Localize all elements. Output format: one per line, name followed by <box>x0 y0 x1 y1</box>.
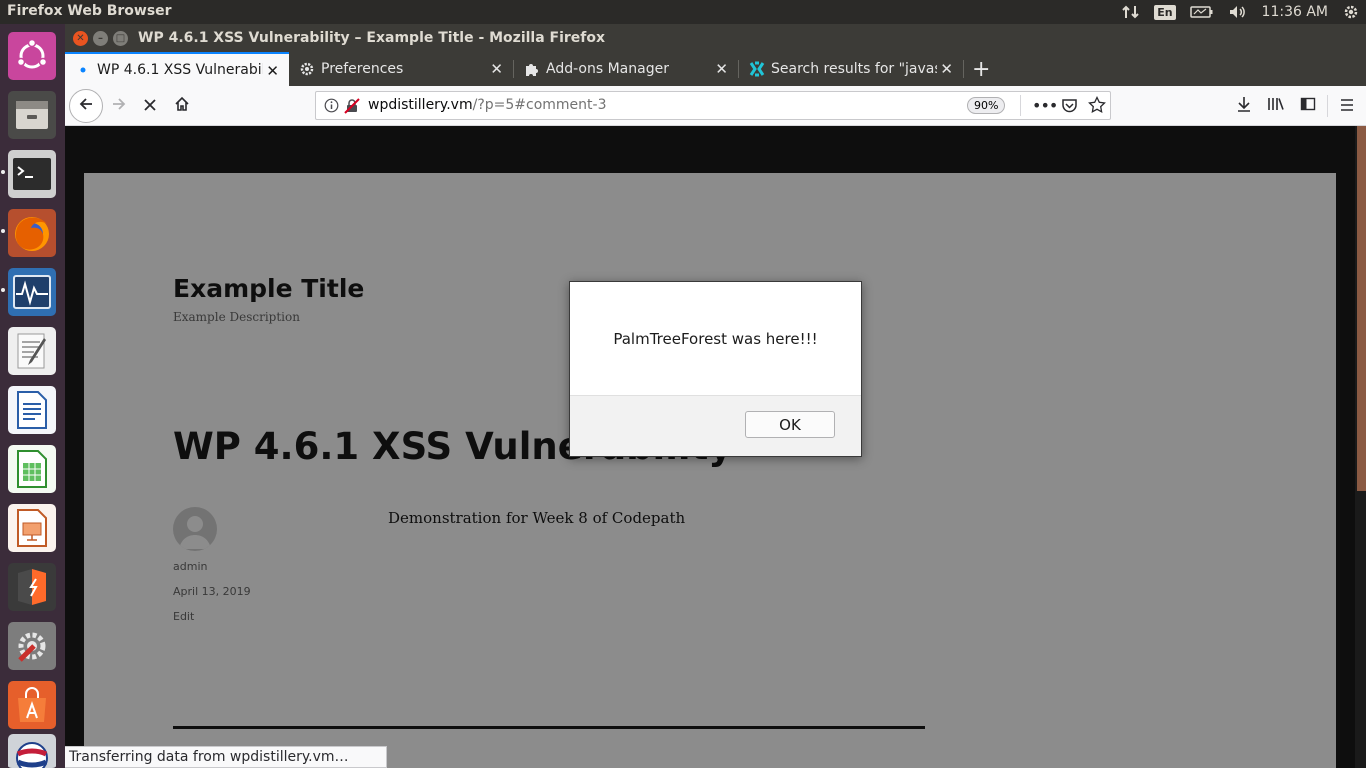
ubuntu-dash-icon[interactable] <box>6 30 58 82</box>
files-icon[interactable] <box>6 89 58 141</box>
top-panel: Firefox Web Browser En 11:36 AM <box>0 0 1366 24</box>
back-button[interactable] <box>69 89 103 123</box>
forward-button[interactable] <box>103 90 135 122</box>
zoom-reset-button[interactable]: 90% <box>967 97 1006 114</box>
tab-bar: WP 4.6.1 XSS Vulnerabili ✕ Preferences ✕… <box>65 52 1366 86</box>
url-bar[interactable]: wpdistillery.vm/?p=5#comment-3 90% ••• <box>315 91 1111 120</box>
alert-footer: OK <box>570 395 861 456</box>
keyboard-layout-indicator[interactable]: En <box>1154 4 1176 20</box>
text-editor-icon[interactable] <box>6 325 58 377</box>
back-arrow-icon <box>78 96 94 117</box>
pocket-icon[interactable] <box>1061 97 1078 118</box>
minimize-icon: – <box>98 32 103 44</box>
close-tab-icon[interactable]: ✕ <box>490 60 503 78</box>
tab-label: WP 4.6.1 XSS Vulnerabili <box>97 62 263 78</box>
window-titlebar[interactable]: ✕ – □ WP 4.6.1 XSS Vulnerability – Examp… <box>65 24 1366 52</box>
terminal-icon[interactable] <box>1 148 58 200</box>
ok-button[interactable]: OK <box>745 411 835 438</box>
system-monitor-icon[interactable] <box>1 266 58 318</box>
battery-icon[interactable] <box>1189 5 1214 19</box>
tab-wp-xss[interactable]: WP 4.6.1 XSS Vulnerabili ✕ <box>65 52 289 86</box>
close-tab-icon[interactable]: ✕ <box>715 60 728 78</box>
tab-label: Add-ons Manager <box>546 61 669 77</box>
impress-icon[interactable] <box>6 502 58 554</box>
software-center-icon[interactable] <box>6 679 58 731</box>
download-arrow-icon <box>1236 96 1252 117</box>
navigation-toolbar: wpdistillery.vm/?p=5#comment-3 90% ••• <box>65 86 1366 126</box>
url-host: wpdistillery.vm <box>368 97 473 113</box>
tab-label: Preferences <box>321 61 404 77</box>
settings-icon[interactable] <box>6 620 58 672</box>
gear-icon[interactable] <box>1342 3 1360 21</box>
downloads-button[interactable] <box>1228 90 1260 122</box>
close-window-button[interactable]: ✕ <box>73 31 88 46</box>
clock[interactable]: 11:36 AM <box>1262 4 1328 20</box>
forward-arrow-icon <box>111 96 127 117</box>
home-icon <box>174 96 190 117</box>
library-icon <box>1267 96 1285 117</box>
launcher <box>0 24 65 768</box>
sidebar-button[interactable] <box>1292 90 1324 122</box>
maximize-window-button[interactable]: □ <box>113 31 128 46</box>
calc-icon[interactable] <box>6 443 58 495</box>
gear-icon <box>299 61 315 77</box>
alert-message: PalmTreeForest was here!!! <box>613 330 818 348</box>
bookmark-star-icon[interactable] <box>1088 95 1106 118</box>
loading-dot-icon <box>75 62 91 78</box>
hamburger-menu-icon <box>1339 96 1355 117</box>
home-button[interactable] <box>166 90 198 122</box>
puzzle-piece-icon <box>524 61 540 77</box>
active-app-name: Firefox Web Browser <box>7 3 172 19</box>
close-tab-icon[interactable]: ✕ <box>940 60 953 78</box>
menu-button[interactable] <box>1331 90 1363 122</box>
close-tab-icon[interactable]: ✕ <box>266 62 279 80</box>
page-actions-icon[interactable]: ••• <box>1032 96 1058 115</box>
tab-search-results[interactable]: Search results for "javas ✕ <box>739 52 963 86</box>
writer-icon[interactable] <box>6 384 58 436</box>
tab-addons-manager[interactable]: Add-ons Manager ✕ <box>514 52 738 86</box>
tab-label: Search results for "javas <box>771 61 937 77</box>
sidebar-icon <box>1300 96 1316 117</box>
indicator-area: En 11:36 AM <box>1122 0 1366 24</box>
status-panel: Transferring data from wpdistillery.vm… <box>65 746 387 768</box>
sublime-icon[interactable] <box>6 561 58 613</box>
pepsi-icon[interactable] <box>6 734 58 768</box>
addon-site-icon <box>749 61 765 77</box>
alert-dialog: PalmTreeForest was here!!! OK <box>569 281 862 457</box>
window-title: WP 4.6.1 XSS Vulnerability – Example Tit… <box>138 30 606 46</box>
stop-x-icon <box>143 96 157 117</box>
close-icon: ✕ <box>76 32 85 44</box>
info-icon[interactable] <box>324 98 339 117</box>
url-path: /?p=5#comment-3 <box>472 97 607 113</box>
library-button[interactable] <box>1260 90 1292 122</box>
volume-icon[interactable] <box>1228 4 1248 20</box>
firefox-icon[interactable] <box>1 207 58 259</box>
scrollbar-thumb[interactable] <box>1357 126 1366 491</box>
tab-preferences[interactable]: Preferences ✕ <box>289 52 513 86</box>
url-text[interactable]: wpdistillery.vm/?p=5#comment-3 <box>368 97 606 113</box>
plus-icon: + <box>972 56 991 82</box>
minimize-window-button[interactable]: – <box>93 31 108 46</box>
new-tab-button[interactable]: + <box>966 52 996 86</box>
insecure-lock-icon[interactable] <box>344 98 360 118</box>
stop-button[interactable] <box>134 90 166 122</box>
maximize-icon: □ <box>115 32 126 44</box>
network-icon[interactable] <box>1122 4 1140 20</box>
